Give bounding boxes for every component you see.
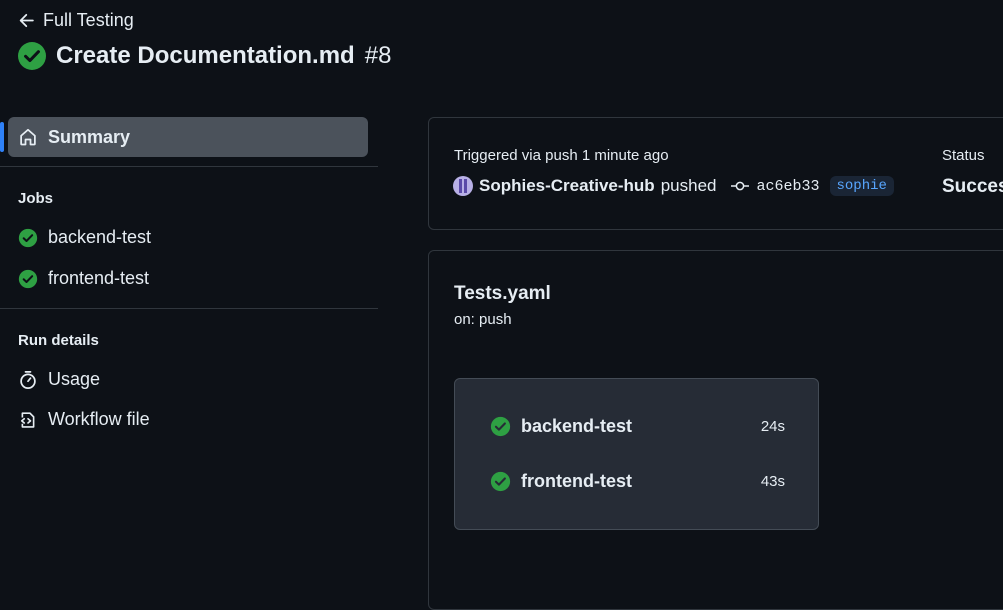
- home-icon: [20, 128, 36, 146]
- job-label: frontend-test: [521, 471, 632, 491]
- trigger-summary-card: Triggered via push 1 minute ago Sophies-…: [428, 117, 1003, 230]
- git-commit-icon: [731, 181, 750, 191]
- avatar[interactable]: [453, 176, 473, 196]
- trigger-label: Triggered via push 1 minute ago: [454, 147, 669, 164]
- back-link-label: Full Testing: [43, 10, 134, 30]
- divider: [0, 166, 378, 167]
- status-value: Succes: [942, 176, 1003, 197]
- workflow-name: Tests.yaml: [454, 283, 551, 304]
- back-link[interactable]: Full Testing: [18, 10, 134, 31]
- job-duration: 24s: [760, 418, 785, 435]
- run-number: #8: [364, 42, 392, 69]
- sidebar-item-label: backend-test: [48, 227, 152, 247]
- run-details-heading: Run details: [18, 332, 99, 349]
- check-circle-icon: [18, 42, 46, 70]
- job-duration: 43s: [760, 473, 785, 490]
- check-circle-icon: [18, 228, 38, 247]
- commit-sha-link[interactable]: ac6eb33: [756, 178, 819, 195]
- check-circle-icon: [490, 471, 511, 492]
- sidebar-item-usage[interactable]: Usage: [18, 369, 100, 390]
- divider: [0, 308, 378, 309]
- arrow-left-icon: [19, 13, 34, 28]
- check-circle-icon: [490, 416, 511, 437]
- status-label: Status: [942, 147, 985, 164]
- active-indicator: [0, 122, 4, 152]
- sidebar-item-label: frontend-test: [48, 268, 150, 288]
- check-circle-icon: [18, 269, 38, 288]
- sidebar-item-backend-test[interactable]: backend-test: [18, 227, 151, 248]
- sidebar-item-workflow-file[interactable]: Workflow file: [18, 409, 150, 430]
- sidebar-item-frontend-test[interactable]: frontend-test: [18, 268, 149, 289]
- job-frontend-test[interactable]: frontend-test 43s: [490, 471, 785, 492]
- sidebar-item-label: Summary: [48, 126, 131, 147]
- trigger-action: pushed: [660, 176, 717, 195]
- file-code-icon: [20, 411, 35, 428]
- sidebar-item-summary[interactable]: Summary: [8, 117, 368, 157]
- jobs-heading: Jobs: [18, 190, 54, 207]
- job-backend-test[interactable]: backend-test 24s: [490, 416, 785, 437]
- jobs-group: backend-test 24s frontend-test 43s: [454, 378, 819, 530]
- stopwatch-icon: [20, 370, 36, 389]
- run-title: Create Documentation.md: [56, 42, 355, 69]
- branch-badge[interactable]: sophie: [829, 176, 894, 196]
- actor-link[interactable]: Sophies-Creative-hub: [479, 176, 655, 196]
- sidebar-item-label: Usage: [48, 369, 101, 389]
- page-title: Create Documentation.md #8: [18, 42, 391, 70]
- workflow-trigger: on: push: [454, 311, 512, 328]
- trigger-details: Sophies-Creative-hub pushed ac6eb33 soph…: [453, 176, 894, 196]
- job-label: backend-test: [521, 416, 633, 436]
- workflow-graph-card: Tests.yaml on: push backend-test 24s fro…: [428, 250, 1003, 610]
- sidebar-item-label: Workflow file: [48, 409, 150, 429]
